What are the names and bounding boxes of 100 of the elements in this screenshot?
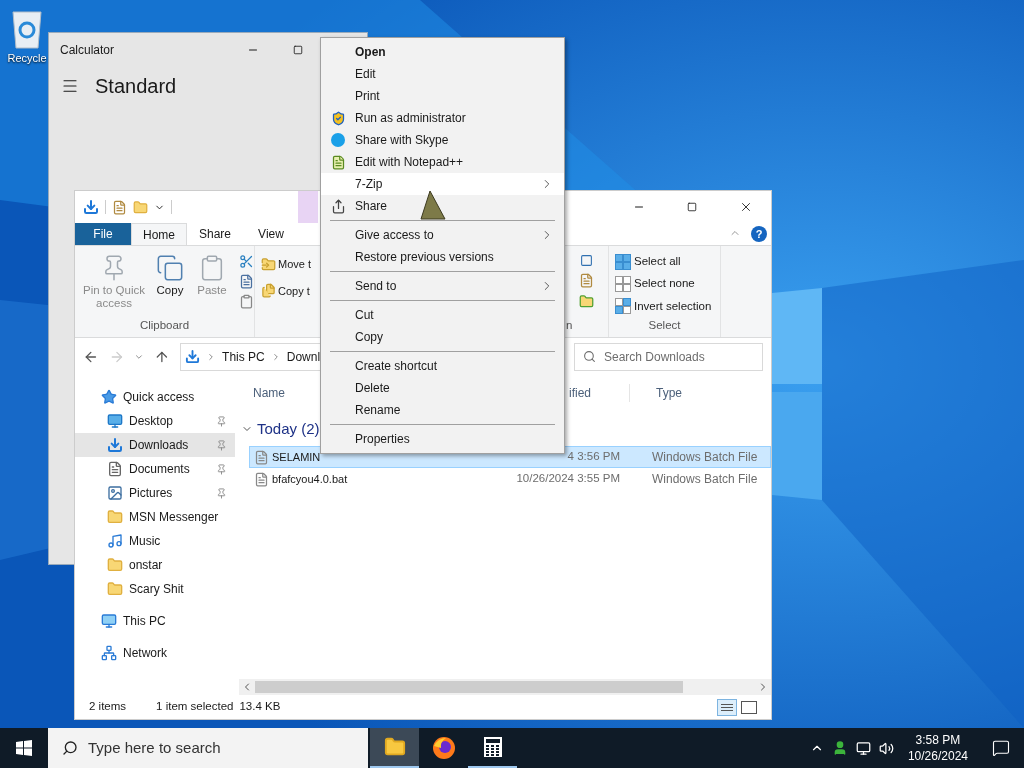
large-icons-view-icon[interactable]	[741, 700, 757, 714]
ribbon-button[interactable]: Select all	[615, 253, 720, 271]
download-icon	[107, 437, 123, 453]
nav-label: Documents	[129, 461, 191, 478]
menu-item[interactable]: Give access to	[321, 224, 564, 246]
notifications-icon[interactable]	[992, 739, 1010, 757]
nav-label: Downloads	[129, 437, 190, 454]
nav-item[interactable]: Documents	[75, 457, 235, 481]
desktop-icon-label: Recycle	[7, 51, 47, 66]
skype-icon	[331, 133, 345, 147]
folder-icon	[107, 557, 123, 573]
nav-label: Desktop	[129, 413, 175, 430]
document-icon	[107, 461, 123, 477]
menu-item[interactable]: Print	[321, 85, 564, 107]
maximize-icon[interactable]	[687, 202, 697, 212]
scrollbar-thumb[interactable]	[255, 681, 683, 693]
ribbon-tab[interactable]: Home	[131, 223, 187, 245]
contextual-tab-strip	[298, 191, 318, 223]
menu-item[interactable]: Open	[321, 41, 564, 63]
nav-label: Music	[129, 533, 162, 550]
nav-item[interactable]: Network	[75, 641, 235, 665]
file-date: 10/26/2024 3:55 PM	[515, 471, 621, 487]
clock[interactable]: 3:58 PM 10/26/2024	[897, 732, 978, 764]
share-icon	[330, 198, 346, 214]
notepad-icon	[330, 154, 346, 170]
start-icon[interactable]	[16, 740, 32, 756]
taskbar-search-field[interactable]: Type here to search	[48, 728, 368, 768]
column-header[interactable]: Type	[630, 384, 771, 402]
file-name: bfafcyou4.0.bat	[272, 471, 348, 487]
window-title: Calculator	[60, 42, 116, 59]
ribbon-tab[interactable]: Share	[187, 223, 243, 245]
network-icon[interactable]	[855, 740, 871, 756]
recycle-bin-icon[interactable]	[9, 8, 45, 50]
menu-item[interactable]: Share with Skype	[321, 129, 564, 151]
folder-arrow-icon	[261, 256, 276, 272]
file-date: 4 3:56 PM	[566, 449, 621, 465]
menu-item[interactable]: Run as administrator	[321, 107, 564, 129]
close-icon[interactable]	[739, 200, 753, 214]
group-header[interactable]: Today (2)	[257, 417, 320, 441]
ribbon-tab[interactable]: File	[75, 223, 131, 245]
menu-item[interactable]: Edit	[321, 63, 564, 85]
ribbon-button[interactable]: Invert selection	[615, 297, 720, 315]
volume-icon[interactable]	[878, 740, 894, 756]
nav-label: MSN Messenger	[129, 509, 220, 526]
nav-item[interactable]: Pictures	[75, 481, 235, 505]
nav-item[interactable]: This PC	[75, 609, 235, 633]
nav-label: onstar	[129, 557, 164, 574]
ribbon-button[interactable]: Copy t	[261, 282, 311, 299]
ribbon-button[interactable]: Select none	[615, 275, 720, 293]
menu-item[interactable]: Restore previous versions	[321, 246, 564, 268]
file-type: Windows Batch File	[651, 449, 759, 466]
address-segment[interactable]: This PC	[222, 347, 265, 366]
help-icon[interactable]: ?	[751, 226, 767, 242]
horizontal-scrollbar[interactable]	[239, 679, 771, 695]
grid-icon	[615, 298, 631, 315]
ribbon-button[interactable]: Move t	[261, 256, 311, 273]
menu-item[interactable]: Delete	[321, 377, 564, 399]
address-segment[interactable]: Downl	[286, 347, 321, 366]
grid-icon	[615, 275, 631, 292]
nav-item[interactable]: Downloads	[75, 433, 235, 457]
shield-icon	[330, 110, 346, 126]
nav-label: This PC	[123, 613, 167, 630]
details-view-icon[interactable]	[717, 698, 737, 716]
nav-item[interactable]: Scary Shit	[75, 577, 235, 601]
copy-icon	[156, 254, 184, 282]
nav-item[interactable]: Desktop	[75, 409, 235, 433]
files-icon	[261, 283, 276, 299]
folder-icon	[107, 581, 123, 597]
menu-item[interactable]: Copy	[321, 326, 564, 348]
menu-item[interactable]: 7-Zip	[321, 173, 564, 195]
nav-label: Pictures	[129, 485, 174, 502]
search-field[interactable]: Search Downloads	[573, 342, 763, 371]
group-label: Select	[647, 317, 682, 333]
grid-icon	[615, 253, 631, 270]
taskbar-app[interactable]	[370, 728, 419, 768]
maximize-icon[interactable]	[293, 45, 303, 55]
search-icon	[582, 350, 596, 363]
download-icon	[185, 349, 201, 364]
ribbon-button[interactable]: Copy	[151, 254, 189, 317]
scissors-icon[interactable]	[239, 254, 254, 269]
network-icon	[101, 645, 117, 661]
file-row[interactable]: bfafcyou4.0.bat 10/26/2024 3:55 PM Windows Batch File	[249, 468, 771, 490]
folder-icon	[107, 509, 123, 525]
group-label: n	[565, 317, 574, 333]
nav-item[interactable]: MSN Messenger	[75, 505, 235, 529]
nav-item[interactable]: onstar	[75, 553, 235, 577]
menu-icon[interactable]	[61, 77, 79, 95]
menu-item[interactable]: Cut	[321, 304, 564, 326]
nav-item[interactable]: Quick access	[75, 385, 235, 409]
menu-item[interactable]: Create shortcut	[321, 355, 564, 377]
menu-item[interactable]: Send to	[321, 275, 564, 297]
menu-item[interactable]: Edit with Notepad++	[321, 151, 564, 173]
group-label: Clipboard	[138, 317, 191, 333]
menu-item[interactable]: Share	[321, 195, 564, 217]
menu-item[interactable]: Rename	[321, 399, 564, 421]
search-icon	[62, 740, 78, 756]
calculator-icon	[482, 736, 503, 758]
nav-item[interactable]: Music	[75, 529, 235, 553]
ribbon-tab[interactable]: View	[243, 223, 299, 245]
file-name: SELAMIN	[272, 449, 321, 465]
